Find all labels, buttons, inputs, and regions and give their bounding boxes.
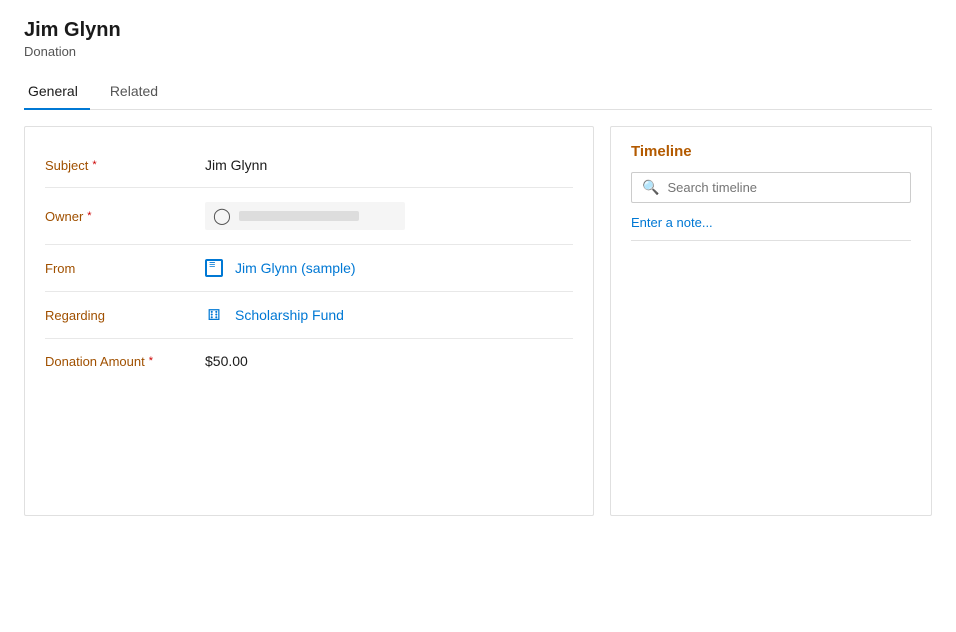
label-owner: Owner *: [45, 209, 205, 224]
page-container: Jim Glynn Donation General Related Subje…: [0, 0, 956, 534]
value-regarding[interactable]: ⚅ Scholarship Fund: [205, 306, 573, 324]
search-timeline-input[interactable]: [667, 180, 900, 195]
tab-general[interactable]: General: [24, 75, 90, 109]
value-owner[interactable]: ◯: [205, 202, 573, 230]
record-subtitle: Donation: [24, 44, 932, 59]
enter-note[interactable]: Enter a note...: [631, 215, 911, 241]
search-icon: 🔍: [642, 179, 659, 196]
tab-related[interactable]: Related: [106, 75, 170, 109]
main-content: Subject * Jim Glynn Owner * ◯: [24, 126, 932, 516]
label-donation-amount: Donation Amount *: [45, 354, 205, 369]
label-subject: Subject *: [45, 158, 205, 173]
required-mark-owner: *: [87, 210, 91, 222]
field-row-subject: Subject * Jim Glynn: [45, 143, 573, 188]
label-from: From: [45, 261, 205, 276]
required-mark-subject: *: [92, 159, 96, 171]
field-row-from: From Jim Glynn (sample): [45, 245, 573, 292]
owner-input[interactable]: ◯: [205, 202, 405, 230]
value-subject[interactable]: Jim Glynn: [205, 157, 573, 173]
form-card: Subject * Jim Glynn Owner * ◯: [24, 126, 594, 516]
field-row-regarding: Regarding ⚅ Scholarship Fund: [45, 292, 573, 339]
regarding-icon: ⚅: [205, 306, 223, 324]
from-record-icon: [205, 259, 223, 277]
value-donation-amount[interactable]: $50.00: [205, 353, 573, 369]
value-from[interactable]: Jim Glynn (sample): [205, 259, 573, 277]
field-row-owner: Owner * ◯: [45, 188, 573, 245]
label-regarding: Regarding: [45, 308, 205, 323]
owner-placeholder: [239, 211, 359, 221]
timeline-panel: Timeline 🔍 Enter a note...: [610, 126, 932, 516]
field-row-donation-amount: Donation Amount * $50.00: [45, 339, 573, 383]
timeline-title: Timeline: [631, 143, 911, 160]
required-mark-donation: *: [149, 355, 153, 367]
tab-bar: General Related: [24, 75, 932, 110]
person-icon: ◯: [213, 206, 231, 226]
record-title: Jim Glynn: [24, 18, 932, 42]
search-timeline-container[interactable]: 🔍: [631, 172, 911, 203]
